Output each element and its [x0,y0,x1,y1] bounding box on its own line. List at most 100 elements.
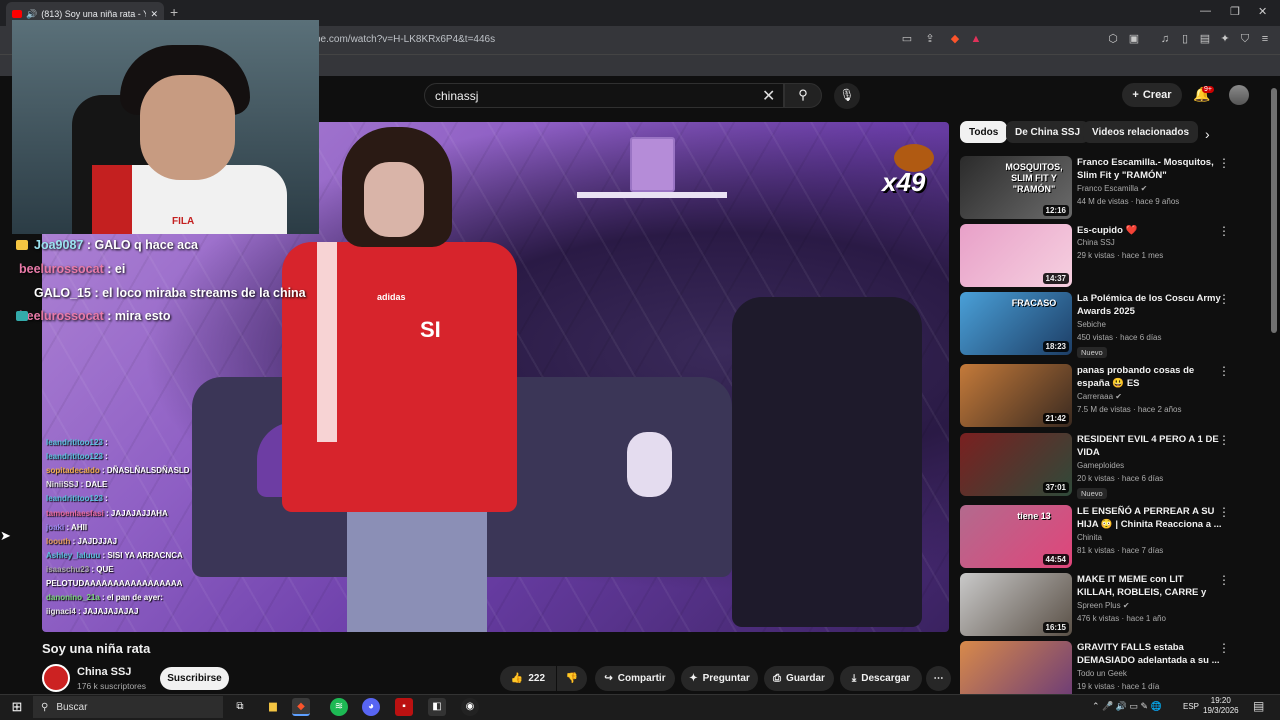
close-window-icon[interactable]: ✕ [1258,5,1267,18]
video-thumbnail[interactable]: FRACASO 18:23 [960,292,1072,355]
extensions-icon[interactable]: ⬡ [1106,32,1120,46]
kebab-menu-icon[interactable]: ⋮ [1218,641,1230,655]
brave-shield-icon[interactable]: ◆ [948,32,962,46]
recommendation-title[interactable]: Es-cupido ❤️ [1077,224,1222,237]
video-duration: 21:42 [1042,413,1069,424]
recommendation-title[interactable]: GRAVITY FALLS estaba DEMASIADO adelantad… [1077,641,1222,667]
mini-chat-text: : [102,438,108,447]
recommendation-title[interactable]: LE ENSEÑÓ A PERREAR A SU HIJA 😳 | Chinit… [1077,505,1222,531]
recommendation-channel[interactable]: Spreen Plus ✔ [1077,601,1130,610]
video-thumbnail[interactable]: 21:42 [960,364,1072,427]
recommendation-title[interactable]: MAKE IT MEME con LIT KILLAH, ROBLEIS, CA… [1077,573,1222,599]
leo-icon[interactable]: ✦ [1218,32,1232,46]
recommendation-title[interactable]: Franco Escamilla.- Mosquitos, Slim Fit y… [1077,156,1222,182]
ask-button[interactable]: ✦ Preguntar [681,666,758,691]
windows-start-icon[interactable]: ⊞ [8,698,26,716]
recommendation-title[interactable]: La Polémica de los Coscu Army Awards 202… [1077,292,1222,318]
recommendation-title[interactable]: panas probando cosas de españa 😃 ES [1077,364,1222,390]
taskbar-clock[interactable]: 19:20 19/3/2026 [1203,696,1239,716]
recommendation-item[interactable]: tiene 13 44:54 LE ENSEÑÓ A PERREAR A SU HI… [960,505,1270,571]
kebab-menu-icon[interactable]: ⋮ [1218,156,1230,170]
recommendation-channel[interactable]: Gameploides [1077,461,1124,470]
kebab-menu-icon[interactable]: ⋮ [1218,573,1230,587]
task-view-icon[interactable]: ⧉ [231,698,249,716]
voicemeeter-icon[interactable]: ▪ [395,698,413,716]
clear-search-icon[interactable]: ✕ [762,86,775,106]
recommendation-channel[interactable]: Chinita [1077,533,1102,542]
music-icon[interactable]: ♫ [1158,32,1172,46]
discord-icon[interactable]: ◕ [362,698,380,716]
scrollbar[interactable] [1271,88,1277,333]
obs-mixer-icon[interactable]: ◧ [428,698,446,716]
mini-chat-message: Ashley_laluuu : SISI YA ARRACNCA [46,551,183,560]
kebab-menu-icon[interactable]: ⋮ [1218,505,1230,519]
new-tab-button[interactable]: + [170,4,178,20]
recommendation-item[interactable]: MOSQUITOS, SLIM FIT Y "RAMÓN" 12:16 Franco… [960,156,1270,222]
language-indicator[interactable]: ESP [1183,702,1199,711]
taskbar-search[interactable]: ⚲ Buscar [33,696,223,718]
file-explorer-icon[interactable]: ▆ [264,698,282,716]
recommendation-channel[interactable]: China SSJ [1077,238,1115,247]
mini-chat-username: NiniiSSJ [46,480,79,490]
brave-rewards-icon[interactable]: ▲ [969,32,983,46]
chip-channel[interactable]: De China SSJ [1006,121,1090,143]
notification-center-icon[interactable]: ▤ [1253,699,1264,713]
mic-button[interactable]: 🎙 [834,83,860,109]
kebab-menu-icon[interactable]: ⋮ [1218,433,1230,447]
recommendation-item[interactable]: 21:42 panas probando cosas de españa 😃 ES… [960,364,1270,430]
search-button[interactable]: ⚲ [784,83,822,108]
recommendation-item[interactable]: 14:37 Es-cupido ❤️ China SSJ 29 k vistas · … [960,224,1270,290]
share-button[interactable]: ↪ Compartir [595,666,675,691]
recommendation-channel[interactable]: Sebiche [1077,320,1106,329]
recommendation-channel[interactable]: Todo un Geek [1077,669,1127,678]
video-thumbnail[interactable]: MOSQUITOS, SLIM FIT Y "RAMÓN" 12:16 [960,156,1072,219]
channel-name[interactable]: China SSJ [77,666,131,678]
video-thumbnail[interactable]: 16:15 [960,573,1072,636]
more-actions-button[interactable]: ⋯ [926,666,951,691]
mini-chat-username: leandrititoo123 [46,494,103,504]
download-button[interactable]: ⤓ Descargar [840,666,922,691]
subscribe-button[interactable]: Suscribirse [160,667,229,690]
like-button[interactable]: 👍 222 [500,666,556,691]
restore-icon[interactable]: ❐ [1230,5,1240,18]
screenshot-icon[interactable]: ▣ [1127,32,1141,46]
recommendation-item[interactable]: FRACASO 18:23 La Polémica de los Coscu Arm… [960,292,1270,358]
video-thumbnail[interactable]: tiene 13 44:54 [960,505,1072,568]
cast-icon[interactable]: ▭ [900,32,914,46]
recommendation-meta: 29 k vistas · hace 1 mes [1077,251,1164,260]
menu-icon[interactable]: ≡ [1258,32,1272,46]
recommendation-channel-name: Todo un Geek [1077,669,1127,678]
recommendation-channel[interactable]: Franco Escamilla ✔ [1077,184,1147,193]
wallet-icon[interactable]: ▤ [1198,32,1212,46]
share-page-icon[interactable]: ⇪ [923,32,937,46]
chip-all[interactable]: Todos [960,121,1008,143]
tray-icons[interactable]: ⌃ 🎤 🔊 ▭ ✎ 🌐 [1092,701,1162,712]
kebab-menu-icon[interactable]: ⋮ [1218,364,1230,378]
brave-browser-icon[interactable]: ◆ [292,698,310,716]
obs-studio-icon[interactable]: ◉ [461,698,479,716]
create-button[interactable]: + Crear [1122,83,1182,107]
minimize-icon[interactable]: — [1200,5,1211,17]
recommendation-item[interactable]: 37:01 RESIDENT EVIL 4 PERO A 1 DE VIDA Gam… [960,433,1270,499]
kebab-menu-icon[interactable]: ⋮ [1218,224,1230,238]
url-field[interactable]: be.com/watch?v=H-LK8KRx6P4&t=446s [315,34,495,45]
video-thumbnail[interactable]: 14:37 [960,224,1072,287]
sidebar-toggle-icon[interactable]: ▯ [1178,32,1192,46]
vpn-icon[interactable]: ⛉ [1238,32,1252,46]
search-input[interactable]: chinassj [424,83,784,108]
channel-avatar[interactable] [42,664,70,692]
close-tab-icon[interactable]: ✕ [150,9,158,20]
recommendation-item[interactable]: 16:15 MAKE IT MEME con LIT KILLAH, ROBLEI… [960,573,1270,639]
chip-related[interactable]: Videos relacionados [1083,121,1199,143]
recommendation-channel[interactable]: Carreraaa ✔ [1077,392,1122,401]
chat-message: GALO_15 : el loco miraba streams de la c… [34,286,306,300]
account-avatar[interactable] [1229,85,1249,105]
video-thumbnail[interactable]: 37:01 [960,433,1072,496]
chevron-right-icon[interactable]: › [1205,126,1210,142]
recommendation-title[interactable]: RESIDENT EVIL 4 PERO A 1 DE VIDA [1077,433,1222,459]
kebab-menu-icon[interactable]: ⋮ [1218,292,1230,306]
save-button[interactable]: ⎙ Guardar [764,666,834,691]
spotify-icon[interactable]: ≋ [330,698,348,716]
mini-chat-text: : QUE [89,564,114,574]
dislike-button[interactable]: 👎 [557,666,587,691]
